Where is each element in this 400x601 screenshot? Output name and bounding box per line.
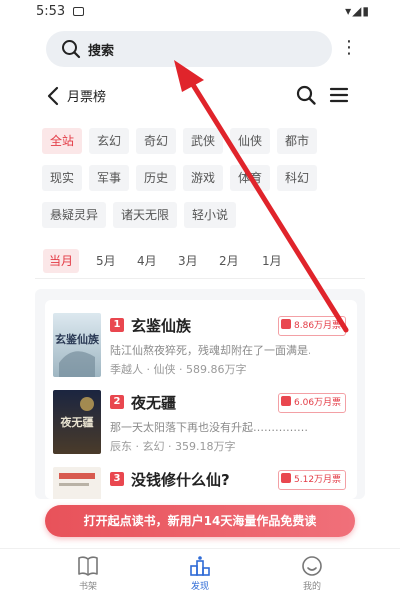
category-chip[interactable]: 仙侠 xyxy=(230,128,271,154)
page-title: 月票榜 xyxy=(67,90,107,105)
vote-badge: 6.06万月票 xyxy=(278,393,347,413)
status-bar: 5:53 ▾◢▮ xyxy=(0,0,400,26)
promo-banner-text: 打开起点读书，新用户14天海量作品免费读 xyxy=(83,514,317,528)
nav-item-discover[interactable]: 发现 xyxy=(170,553,230,599)
month-tab[interactable]: 5月 xyxy=(90,249,122,273)
more-icon[interactable]: ⋮ xyxy=(340,36,358,62)
month-tab[interactable]: 3月 xyxy=(172,249,204,273)
ticket-icon xyxy=(281,396,291,406)
nav-item-bookshelf[interactable]: 书架 xyxy=(58,553,118,599)
vote-badge: 5.12万月票 xyxy=(278,470,347,490)
ticket-icon xyxy=(281,473,291,483)
search-bar[interactable]: 搜索 xyxy=(46,31,332,67)
book-meta: 季越人 · 仙侠 · 589.86万字 xyxy=(110,363,247,376)
book-cover-image: 夜无疆 xyxy=(53,390,101,454)
category-chip[interactable]: 体育 xyxy=(230,165,271,191)
search-label: 搜索 xyxy=(88,44,115,59)
vote-count: 6.06万月票 xyxy=(294,398,342,408)
month-tab-current[interactable]: 当月 xyxy=(43,249,80,273)
divider xyxy=(35,278,365,279)
category-chip[interactable]: 历史 xyxy=(136,165,177,191)
book-cover-image: 玄鉴仙族 xyxy=(53,313,101,377)
category-chip[interactable]: 科幻 xyxy=(277,165,318,191)
month-tab[interactable]: 4月 xyxy=(131,249,163,273)
category-chip[interactable]: 玄幻 xyxy=(89,128,130,154)
book-description: 陆江仙熬夜猝死，残魂却附在了一面满是… xyxy=(110,344,310,357)
category-chip[interactable]: 都市 xyxy=(277,128,318,154)
vote-count: 5.12万月票 xyxy=(294,475,342,485)
vote-badge: 8.86万月票 xyxy=(278,316,347,336)
promo-banner[interactable]: 打开起点读书，新用户14天海量作品免费读 xyxy=(45,505,355,537)
category-chip[interactable]: 游戏 xyxy=(183,165,224,191)
month-tab[interactable]: 1月 xyxy=(256,249,288,273)
category-chip[interactable]: 轻小说 xyxy=(184,202,237,228)
month-tab[interactable]: 2月 xyxy=(213,249,245,273)
ticket-icon xyxy=(281,319,291,329)
book-meta: 辰东 · 玄幻 · 359.18万字 xyxy=(110,440,236,453)
ranking-list: 玄鉴仙族 1 玄鉴仙族 8.86万月票 陆江仙熬夜猝死，残魂却附在了一面满是… … xyxy=(45,300,357,499)
bottom-nav: 书架 发现 我的 xyxy=(0,548,400,601)
back-icon[interactable] xyxy=(44,84,64,108)
cover-title: 夜无疆 xyxy=(60,415,94,429)
rank-badge: 3 xyxy=(110,472,124,486)
status-time: 5:53 xyxy=(36,4,66,19)
nav-item-profile[interactable]: 我的 xyxy=(282,553,342,599)
category-chip[interactable]: 军事 xyxy=(89,165,130,191)
vote-count: 8.86万月票 xyxy=(294,321,342,331)
image-notification-icon xyxy=(73,7,84,16)
book-item[interactable]: 玄鉴仙族 1 玄鉴仙族 8.86万月票 陆江仙熬夜猝死，残魂却附在了一面满是… … xyxy=(45,311,357,385)
category-chip[interactable]: 悬疑灵异 xyxy=(42,202,107,228)
nav-label: 发现 xyxy=(190,582,209,592)
rank-badge: 1 xyxy=(110,318,124,332)
book-item[interactable]: 3 没钱修什么仙? 5.12万月票 xyxy=(45,465,357,499)
category-chip[interactable]: 诸天无限 xyxy=(113,202,178,228)
header-search-icon[interactable] xyxy=(295,84,317,106)
category-chip[interactable]: 奇幻 xyxy=(136,128,177,154)
book-item[interactable]: 夜无疆 2 夜无疆 6.06万月票 那一天太阳落下再也没有升起…………… 辰东 … xyxy=(45,388,357,462)
category-chip[interactable]: 武侠 xyxy=(183,128,224,154)
book-title: 没钱修什么仙? xyxy=(131,471,230,489)
search-icon xyxy=(62,40,81,59)
book-cover-image xyxy=(53,467,101,499)
rank-badge: 2 xyxy=(110,395,124,409)
discover-icon xyxy=(190,556,210,576)
profile-icon xyxy=(302,556,322,576)
cover-title: 玄鉴仙族 xyxy=(55,332,100,346)
nav-label: 我的 xyxy=(302,582,321,592)
book-description: 那一天太阳落下再也没有升起…………… xyxy=(110,421,308,434)
menu-icon[interactable] xyxy=(328,84,350,106)
category-chip[interactable]: 现实 xyxy=(42,165,83,191)
nav-label: 书架 xyxy=(78,582,97,592)
book-title: 玄鉴仙族 xyxy=(131,317,192,335)
book-icon xyxy=(78,556,98,576)
book-title: 夜无疆 xyxy=(131,394,177,412)
status-icons: ▾◢▮ xyxy=(345,4,370,18)
category-chip-all[interactable]: 全站 xyxy=(42,128,83,154)
